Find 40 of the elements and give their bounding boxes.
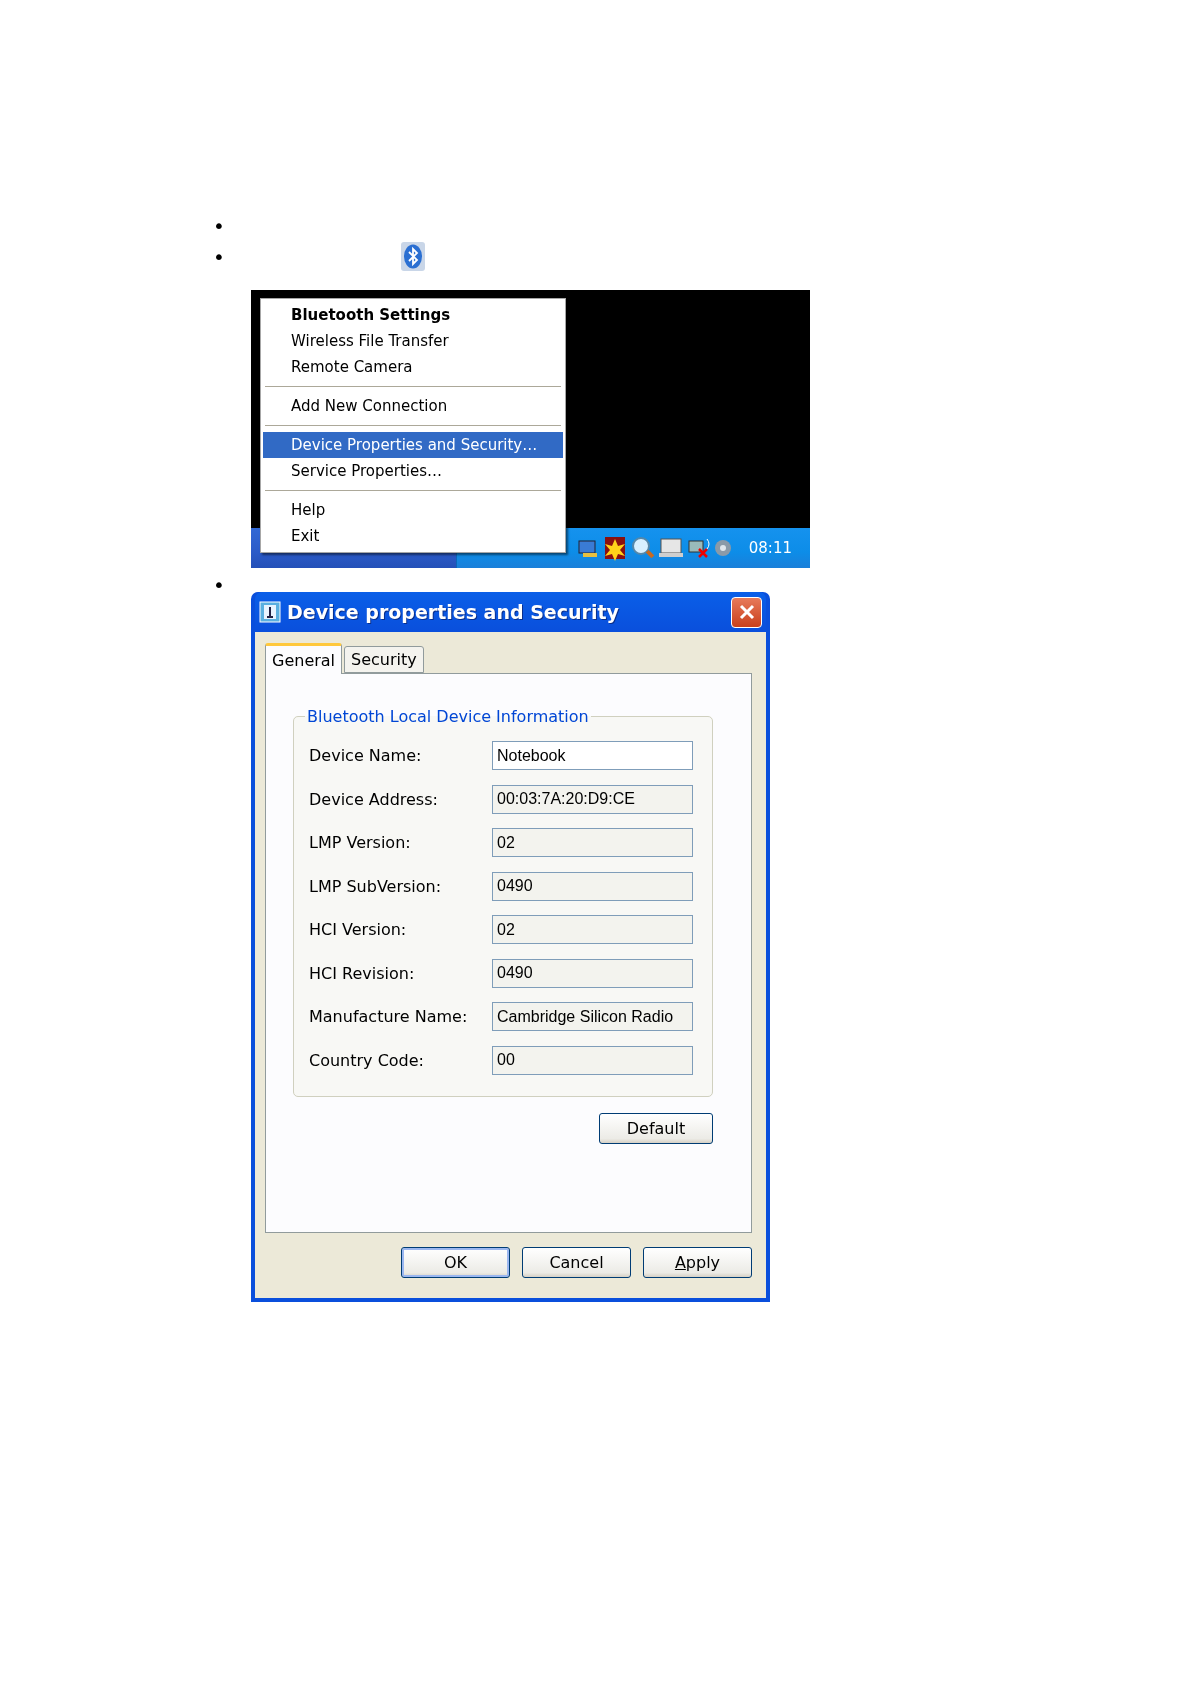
dialog-button[interactable]: OK [401,1247,510,1278]
menu-item[interactable]: Help [263,497,563,523]
bullet-marker: • [213,575,226,595]
menu-item[interactable]: Wireless File Transfer [263,328,563,354]
field-label: HCI Revision: [309,963,416,983]
close-button[interactable] [731,596,762,628]
window-title: Device properties and Security [287,601,620,623]
dialog-button[interactable]: Apply [643,1247,752,1278]
field-label: LMP Version: [309,833,412,853]
app-icon [259,601,281,623]
bullet-marker: • [213,215,226,236]
menu-item[interactable]: Exit [263,523,563,549]
tab[interactable]: Security [344,646,424,673]
tab[interactable]: General [265,643,343,674]
menu-item[interactable]: Add New Connection [263,393,563,419]
bullet-marker: • [213,246,226,267]
input-field[interactable]: 02 [492,828,693,858]
field-label: Manufacture Name: [309,1007,469,1027]
field-label: HCI Version: [309,920,408,940]
field-label: LMP SubVersion: [309,876,443,896]
menu-item[interactable]: Device Properties and Security… [263,432,563,458]
field-label: Country Code: [309,1050,425,1070]
input-field[interactable]: 00:03:7A:20:D9:CE [492,784,693,814]
input-field[interactable]: Notebook [492,741,693,771]
input-field[interactable]: 02 [492,915,693,945]
menu-item[interactable]: Bluetooth Settings [263,302,563,328]
input-field[interactable]: 0490 [492,871,693,901]
dialog-button[interactable]: Cancel [522,1247,631,1278]
clock-text: 08:11 [748,539,792,557]
group-title: Bluetooth Local Device Information [306,707,590,726]
input-field[interactable]: 0490 [492,958,693,988]
input-field[interactable]: 00 [492,1045,693,1075]
field-label: Device Name: [309,746,423,766]
bluetooth-icon [401,242,425,271]
close-icon [737,603,756,621]
input-field[interactable]: Cambridge Silicon Radio [492,1002,693,1032]
default-button[interactable]: Default [599,1113,713,1144]
menu-item[interactable]: Remote Camera [263,354,563,380]
menu-item[interactable]: Service Properties… [263,458,563,484]
field-label: Device Address: [309,789,439,809]
